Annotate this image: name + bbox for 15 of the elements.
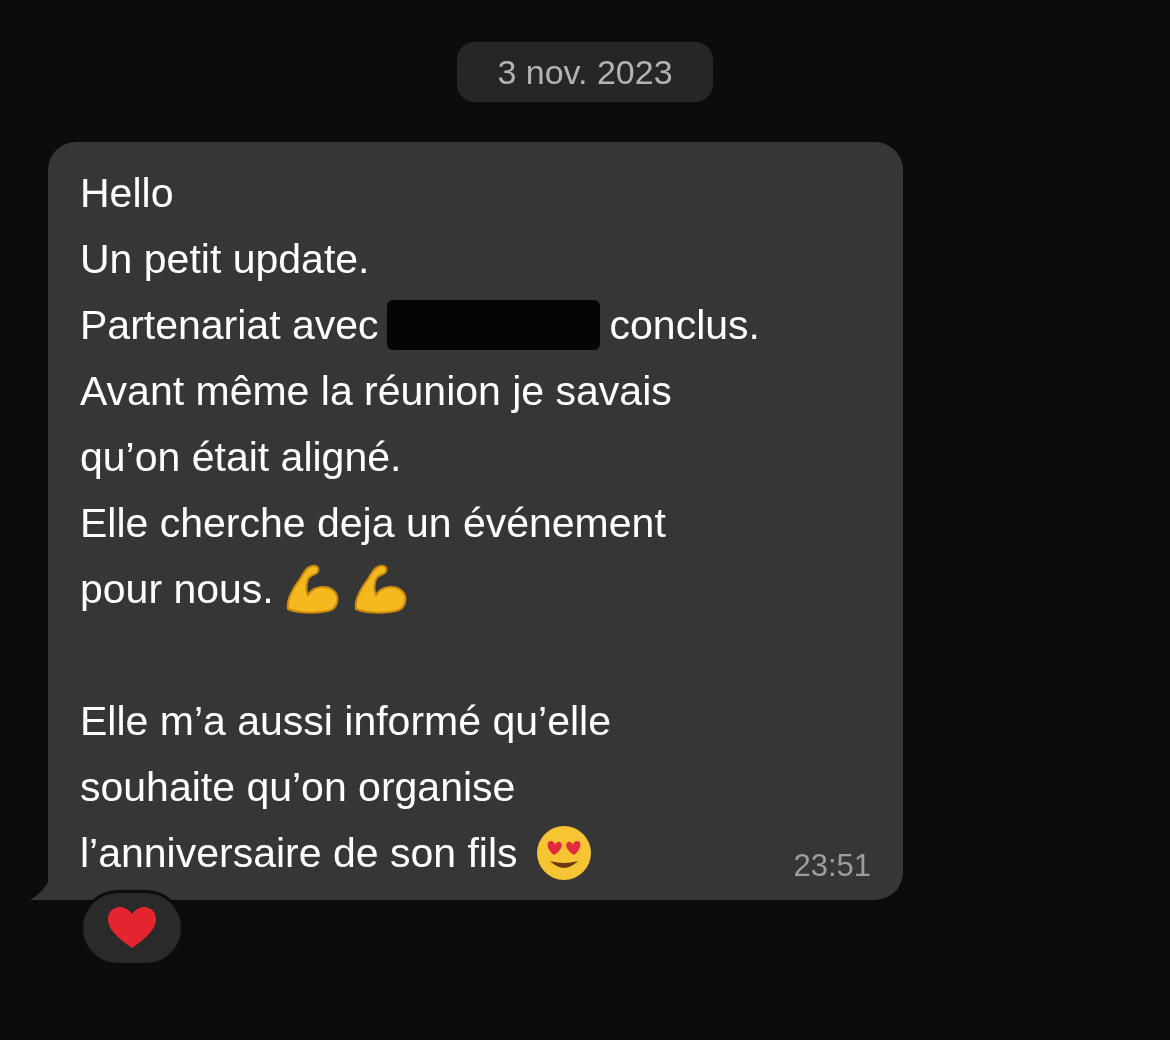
message-text: qu’on était aligné. [80,433,402,482]
message-text: Hello [80,169,174,218]
message-text: Elle m’a aussi informé qu’elle [80,697,611,746]
heart-eyes-face-icon [535,825,592,881]
message-time: 23:51 [793,847,871,885]
heart-icon [107,906,157,950]
message-text: Un petit update. [80,235,370,284]
date-label: 3 nov. 2023 [457,42,713,102]
message-text: souhaite qu’on organise [80,763,516,812]
message-text: conclus. [609,301,760,350]
message-text: Elle cherche deja un événement [80,499,666,548]
message-text: l’anniversaire de son fils [80,829,518,878]
message-text: pour nous. [80,565,274,614]
message-text: Avant même la réunion je savais [80,367,672,416]
message-text: Partenariat avec [80,301,379,350]
